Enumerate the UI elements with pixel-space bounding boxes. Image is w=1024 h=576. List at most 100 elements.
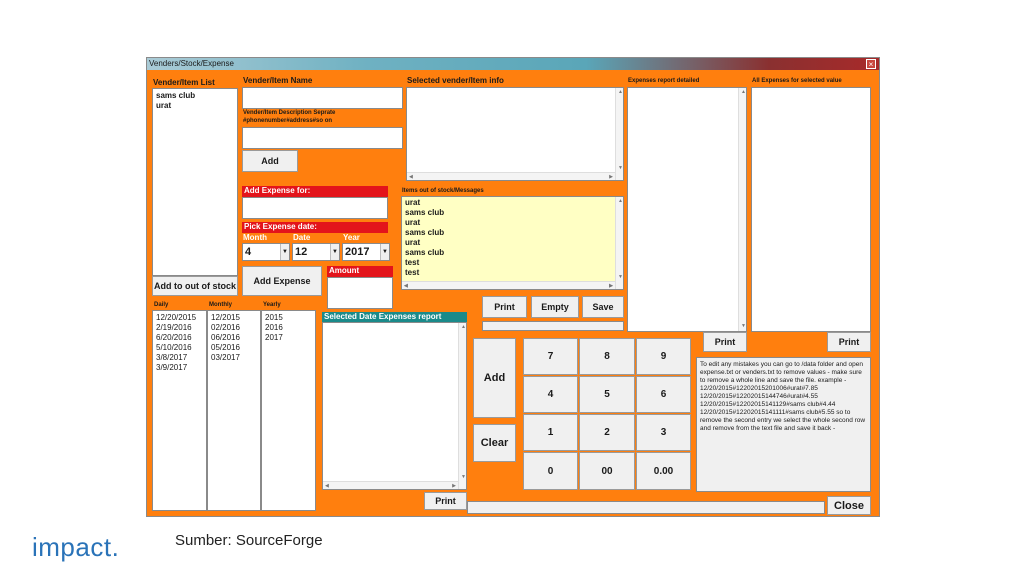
add-to-out-of-stock-button[interactable]: Add to out of stock [152, 276, 238, 296]
list-item[interactable]: 03/2017 [211, 353, 257, 363]
scrollbar[interactable]: ◀ ▶ [402, 281, 615, 289]
chevron-down-icon[interactable]: ▼ [380, 244, 389, 260]
save-messages-button[interactable]: Save [582, 296, 624, 318]
all-expenses-label: All Expenses for selected value [752, 78, 842, 84]
monthly-list[interactable]: 12/2015 02/2016 06/2016 05/2016 03/2017 [207, 310, 261, 511]
impact-logo: impact. [32, 532, 119, 563]
list-item[interactable]: sams club [156, 91, 234, 101]
year-select[interactable]: 2017 ▼ [342, 243, 390, 261]
month-select[interactable]: 4 ▼ [242, 243, 290, 261]
list-item[interactable]: 3/8/2017 [156, 353, 203, 363]
bottom-status-bar [467, 501, 825, 514]
yearly-list[interactable]: 2015 2016 2017 [261, 310, 316, 511]
date-select[interactable]: 12 ▼ [292, 243, 340, 261]
list-item[interactable]: 12/20/2015 [156, 313, 203, 323]
list-item[interactable]: test [405, 258, 620, 268]
expense-for-input[interactable] [242, 197, 388, 219]
keypad-key-7[interactable]: 7 [523, 338, 578, 375]
title-bar[interactable]: Venders/Stock/Expense × [147, 58, 879, 70]
list-item[interactable]: 6/20/2016 [156, 333, 203, 343]
date-label: Date [293, 233, 311, 242]
add-expense-for-label: Add Expense for: [242, 186, 388, 197]
list-item[interactable]: urat [405, 218, 620, 228]
close-button[interactable]: Close [827, 496, 871, 515]
vendor-name-input[interactable] [242, 87, 403, 109]
brand-dot: . [111, 532, 120, 562]
keypad-key-0-00[interactable]: 0.00 [636, 452, 691, 490]
scrollbar[interactable]: ▲ ▼ [458, 323, 466, 489]
keypad-key-2[interactable]: 2 [579, 414, 635, 451]
help-note: To edit any mistakes you can go to /data… [696, 357, 871, 492]
all-expenses-box[interactable] [751, 87, 871, 332]
year-value: 2017 [345, 246, 370, 258]
list-item[interactable]: 2017 [265, 333, 312, 343]
keypad-clear-button[interactable]: Clear [473, 424, 516, 462]
list-item[interactable]: sams club [405, 248, 620, 258]
keypad-key-3[interactable]: 3 [636, 414, 691, 451]
add-expense-button[interactable]: Add Expense [242, 266, 322, 296]
scrollbar[interactable]: ▲ ▼ [615, 197, 623, 289]
stock-messages-list[interactable]: urat sams club urat sams club urat sams … [401, 196, 624, 290]
print-expenses-detailed-button[interactable]: Print [703, 332, 747, 352]
list-item[interactable]: 05/2016 [211, 343, 257, 353]
list-item[interactable]: 06/2016 [211, 333, 257, 343]
monthly-header: Monthly [209, 302, 232, 308]
list-item[interactable]: sams club [405, 228, 620, 238]
list-item[interactable]: 2/19/2016 [156, 323, 203, 333]
brand-text: impact [32, 532, 112, 562]
pick-expense-date-label: Pick Expense date: [242, 222, 388, 233]
keypad-add-button[interactable]: Add [473, 338, 516, 418]
window-close-icon[interactable]: × [866, 59, 876, 69]
daily-header: Daily [154, 302, 169, 308]
yearly-header: Yearly [263, 302, 281, 308]
keypad-key-9[interactable]: 9 [636, 338, 691, 375]
scrollbar[interactable]: ◀ ▶ [323, 481, 458, 489]
keypad-key-5[interactable]: 5 [579, 376, 635, 413]
print-date-report-button[interactable]: Print [424, 492, 467, 510]
stock-messages-label: Items out of stock/Messages [402, 188, 484, 194]
list-item[interactable]: 12/2015 [211, 313, 257, 323]
vendor-desc-input[interactable] [242, 127, 403, 149]
chevron-down-icon[interactable]: ▼ [330, 244, 339, 260]
list-item[interactable]: 2016 [265, 323, 312, 333]
year-label: Year [343, 233, 360, 242]
amount-input[interactable] [327, 277, 393, 309]
add-vendor-button[interactable]: Add [242, 150, 298, 172]
selected-info-box[interactable]: ▲ ▼ ◀ ▶ [406, 87, 624, 181]
selected-info-label: Selected vender/Item info [407, 76, 504, 85]
vendor-desc-label-1: Vender/Item Description Seprate [243, 110, 336, 116]
chevron-down-icon[interactable]: ▼ [280, 244, 289, 260]
list-item[interactable]: 02/2016 [211, 323, 257, 333]
scrollbar[interactable]: ▲ ▼ [738, 88, 746, 331]
scrollbar[interactable]: ▲ ▼ [615, 88, 623, 180]
list-item[interactable]: urat [156, 101, 234, 111]
vendor-name-label: Vender/Item Name [243, 76, 313, 85]
list-item[interactable]: 3/9/2017 [156, 363, 203, 373]
keypad-key-1[interactable]: 1 [523, 414, 578, 451]
list-item[interactable]: sams club [405, 208, 620, 218]
expenses-detailed-box[interactable]: ▲ ▼ [627, 87, 747, 332]
empty-messages-button[interactable]: Empty [531, 296, 579, 318]
keypad-key-8[interactable]: 8 [579, 338, 635, 375]
status-bar [482, 321, 624, 331]
keypad-key-6[interactable]: 6 [636, 376, 691, 413]
date-report-box[interactable]: ▲ ▼ ◀ ▶ [322, 322, 467, 490]
scrollbar[interactable]: ◀ ▶ [407, 172, 615, 180]
list-item[interactable]: test [405, 268, 620, 278]
keypad-key-00[interactable]: 00 [579, 452, 635, 490]
month-value: 4 [245, 246, 252, 258]
source-caption: Sumber: SourceForge [175, 532, 323, 549]
daily-list[interactable]: 12/20/2015 2/19/2016 6/20/2016 5/10/2016… [152, 310, 207, 511]
print-all-expenses-button[interactable]: Print [827, 332, 871, 352]
list-item[interactable]: 2015 [265, 313, 312, 323]
list-item[interactable]: 5/10/2016 [156, 343, 203, 353]
vendor-list[interactable]: sams club urat [152, 88, 238, 276]
list-item[interactable]: urat [405, 238, 620, 248]
expenses-detailed-label: Expenses report detailed [628, 78, 700, 84]
date-value: 12 [295, 246, 308, 258]
month-label: Month [243, 233, 267, 242]
print-messages-button[interactable]: Print [482, 296, 527, 318]
list-item[interactable]: urat [405, 198, 620, 208]
keypad-key-0[interactable]: 0 [523, 452, 578, 490]
keypad-key-4[interactable]: 4 [523, 376, 578, 413]
